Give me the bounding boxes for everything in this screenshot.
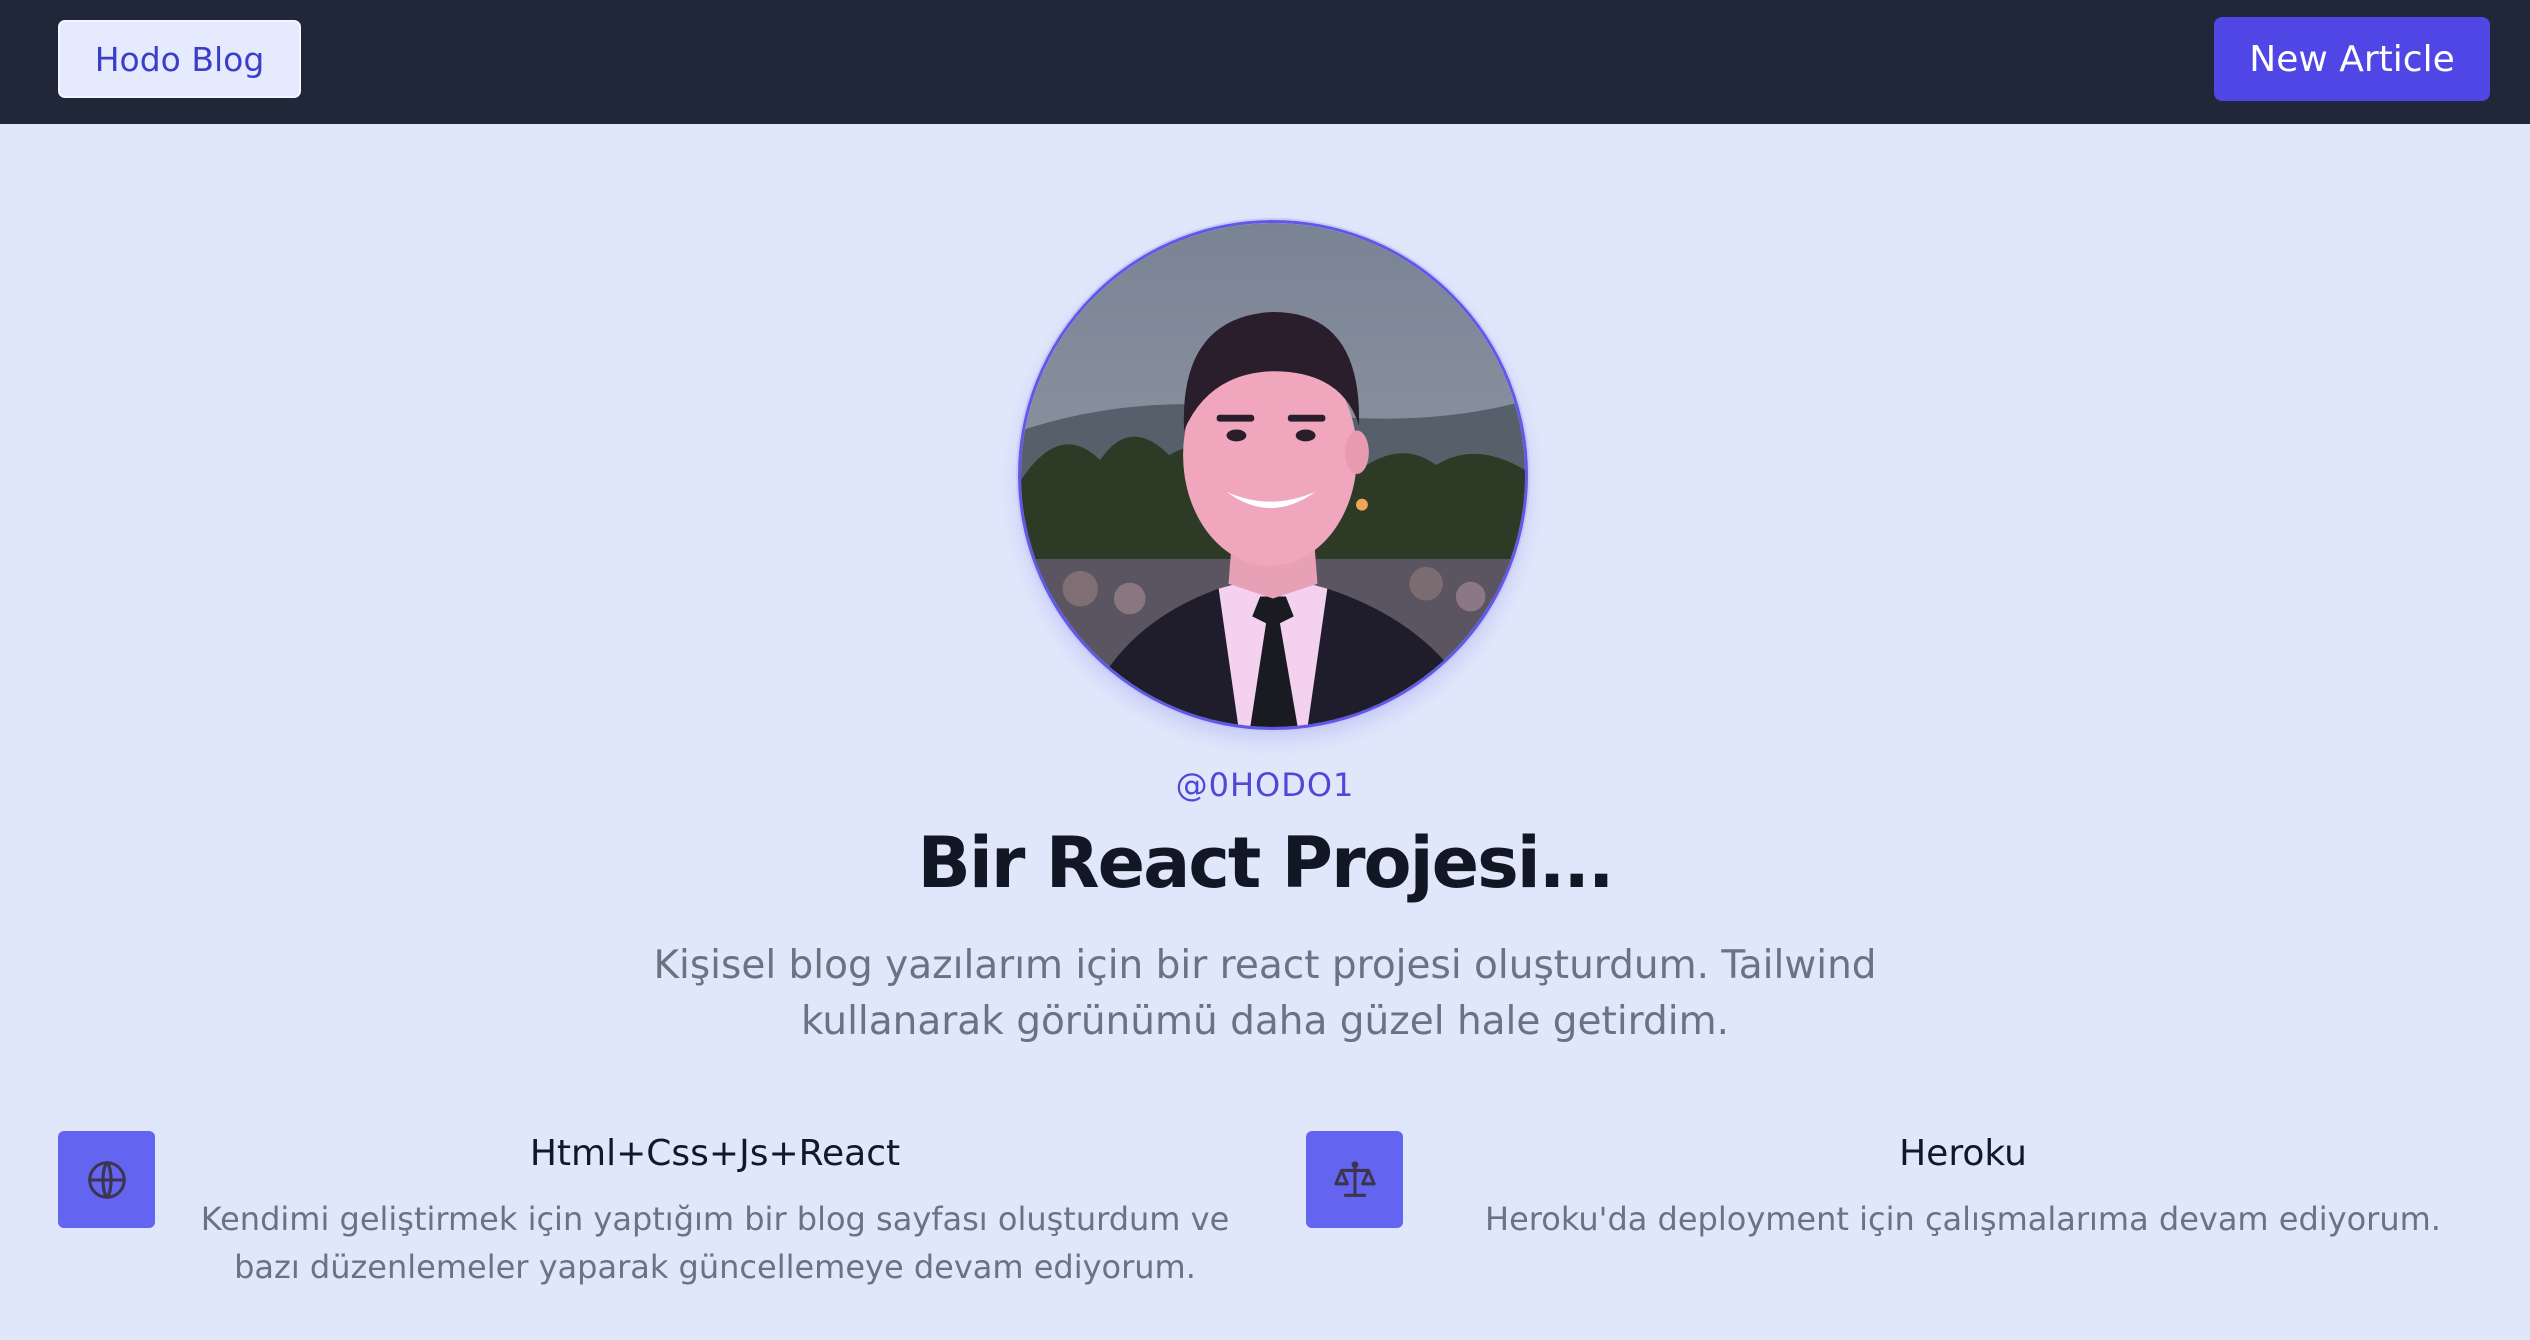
page-title: Bir React Projesi... [917, 822, 1615, 904]
feature-description: Kendimi geliştirmek için yaptığım bir bl… [200, 1200, 1230, 1286]
scale-icon [1306, 1131, 1403, 1228]
intro-text: Kişisel blog yazılarım için bir react pr… [653, 943, 1877, 1044]
brand-button[interactable]: Hodo Blog [58, 20, 301, 98]
feature-title: Heroku [1899, 1133, 2027, 1174]
feature-description: Heroku'da deployment için çalışmalarıma … [1485, 1200, 2441, 1238]
profile-avatar [1018, 220, 1528, 730]
new-article-button[interactable]: New Article [2214, 17, 2490, 101]
globe-icon [58, 1131, 155, 1228]
username: @0HODO1 [1175, 766, 1355, 804]
feature-title: Html+Css+Js+React [529, 1133, 901, 1174]
top-navbar: Hodo Blog New Article [0, 0, 2530, 124]
